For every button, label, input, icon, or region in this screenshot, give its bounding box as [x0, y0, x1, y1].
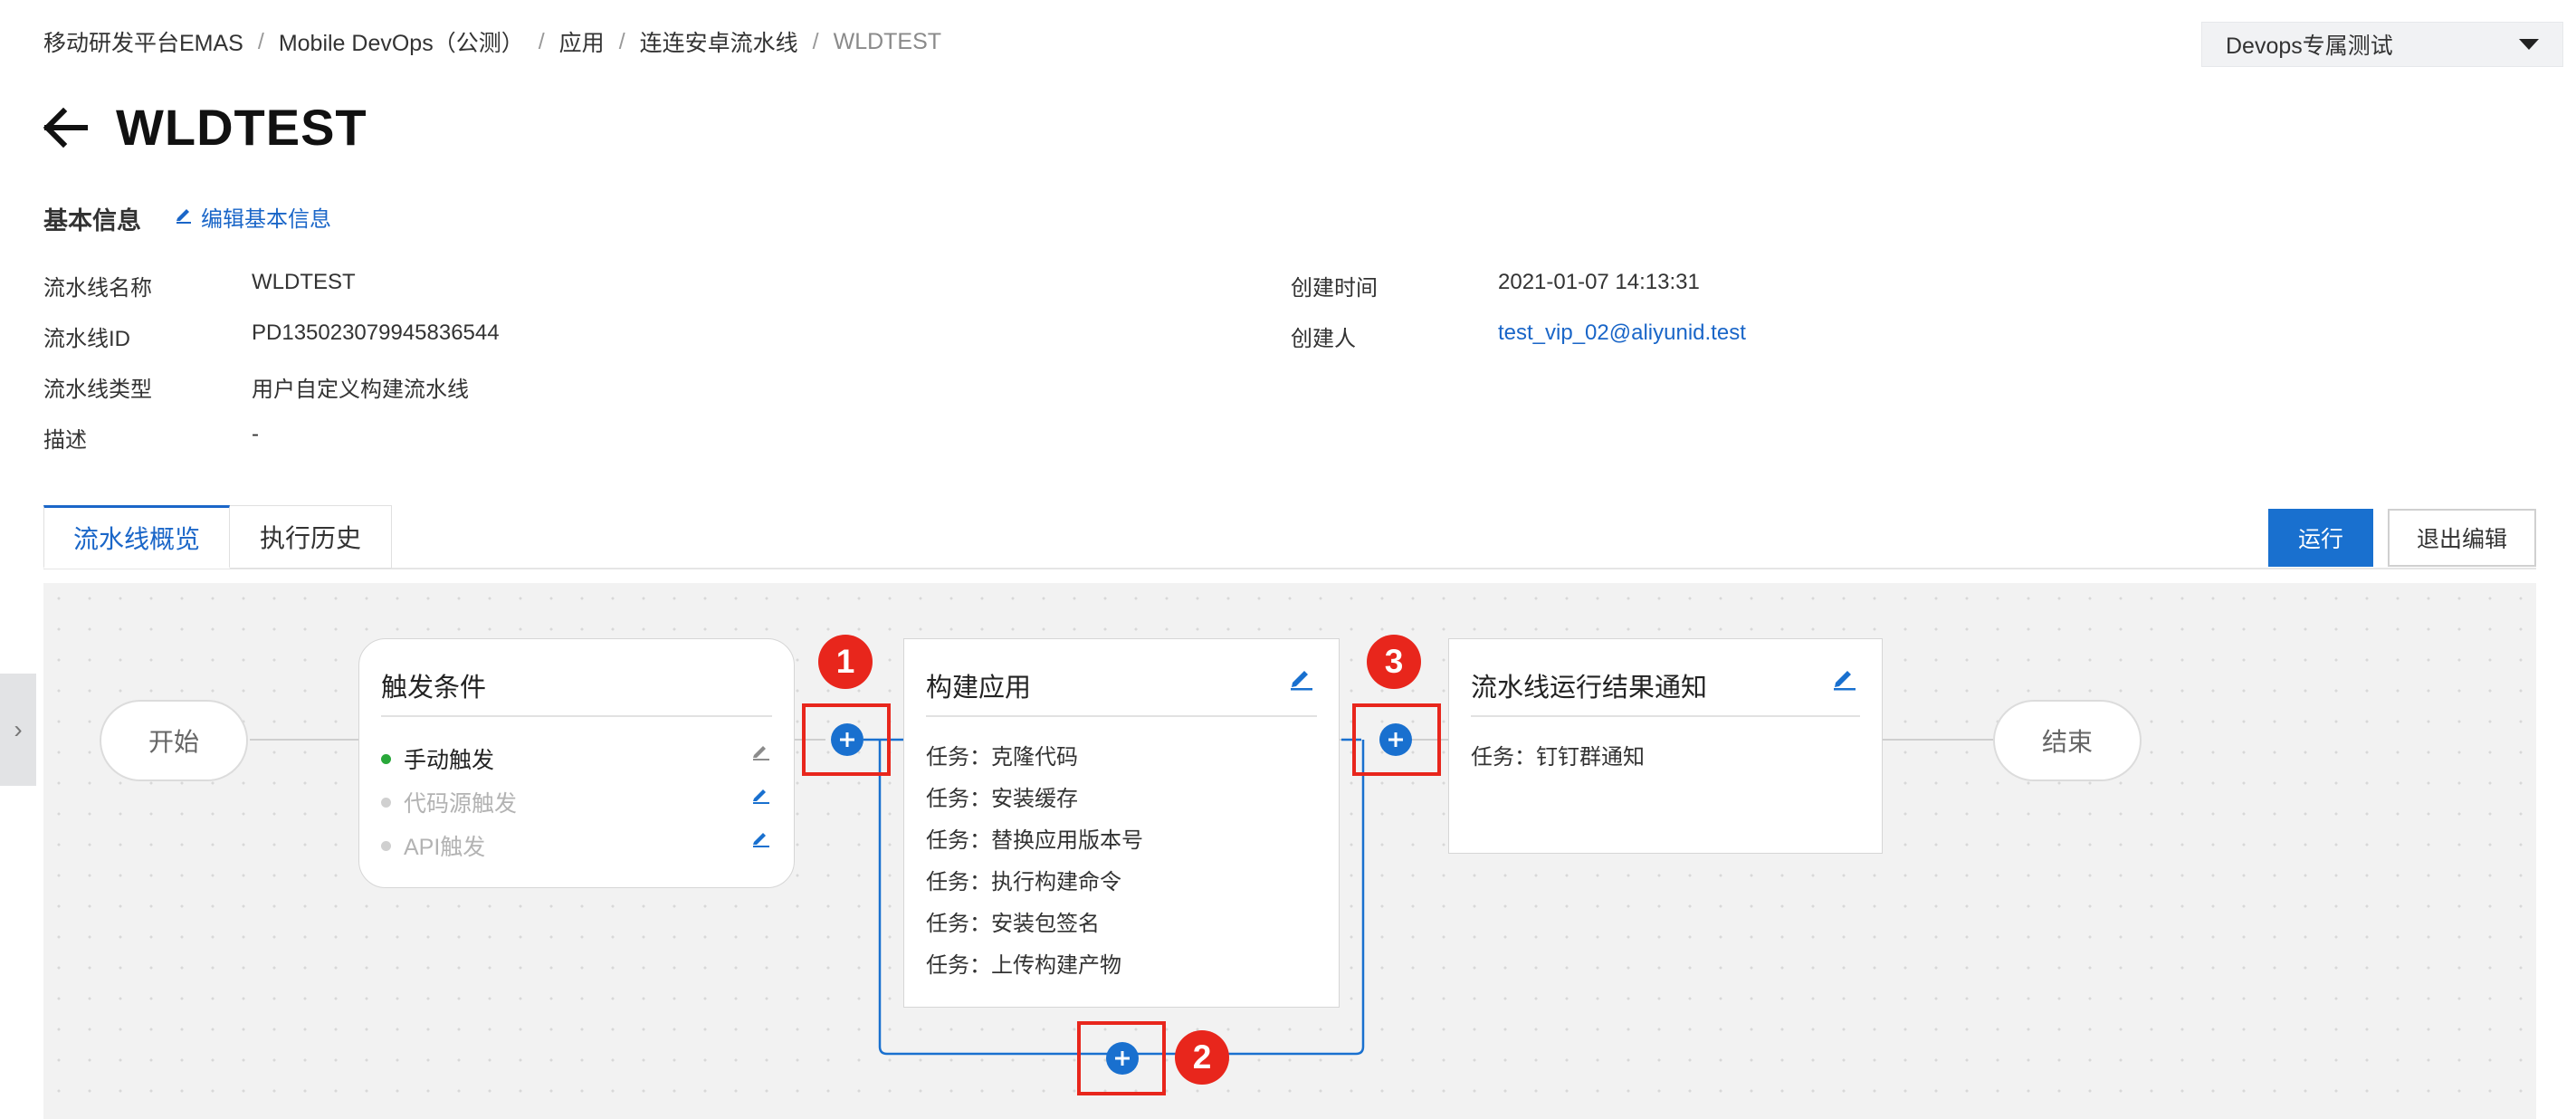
plus-icon [1388, 732, 1403, 747]
plus-icon [1115, 1051, 1130, 1066]
task-item: 任务：执行构建命令 [926, 870, 1121, 894]
task-item: 任务：上传构建产物 [926, 953, 1121, 978]
task-item: 任务：安装缓存 [926, 787, 1078, 811]
status-dot [381, 797, 391, 808]
build-stage-card[interactable]: 构建应用 任务：克隆代码 任务：安装缓存 任务：替换应用版本号 任务：执行构建命… [903, 638, 1340, 1008]
trigger-card-title: 触发条件 [381, 674, 487, 703]
status-dot [381, 840, 391, 851]
annotation-marker-1: 1 [818, 635, 873, 689]
edit-api-trigger-icon[interactable] [750, 827, 772, 854]
edit-build-stage-icon[interactable] [1288, 665, 1315, 696]
trigger-item-label: 手动触发 [404, 748, 495, 773]
status-dot [381, 753, 391, 764]
add-stage-before-build-button[interactable] [831, 723, 863, 756]
trigger-item-manual: 手动触发 [381, 742, 494, 775]
edit-manual-trigger-icon[interactable] [750, 741, 772, 767]
card-divider [926, 715, 1317, 717]
add-stage-after-build-button[interactable] [1379, 723, 1412, 756]
edit-code-source-trigger-icon[interactable] [750, 784, 772, 810]
plus-icon [840, 732, 854, 747]
task-item: 任务：钉钉群通知 [1471, 745, 1645, 770]
notify-stage-card[interactable]: 流水线运行结果通知 任务：钉钉群通知 [1448, 638, 1883, 854]
task-item: 任务：安装包签名 [926, 912, 1100, 936]
trigger-item-label: API触发 [404, 835, 486, 860]
card-divider [1471, 715, 1860, 717]
annotation-marker-2: 2 [1175, 1030, 1229, 1085]
trigger-item-code-source: 代码源触发 [381, 786, 517, 818]
notify-stage-title: 流水线运行结果通知 [1471, 674, 1708, 703]
task-item: 任务：克隆代码 [926, 745, 1078, 770]
build-stage-title: 构建应用 [926, 674, 1032, 703]
trigger-item-api: API触发 [381, 829, 485, 862]
trigger-card[interactable]: 触发条件 手动触发 代码源触发 API触发 [358, 638, 795, 888]
trigger-item-label: 代码源触发 [404, 791, 518, 817]
task-item: 任务：替换应用版本号 [926, 828, 1143, 853]
tab-pipeline-overview[interactable]: 流水线概览 [43, 505, 230, 569]
pipeline-end-node: 结束 [1993, 700, 2142, 781]
pipeline-start-node: 开始 [100, 700, 248, 781]
card-divider [381, 715, 772, 717]
edit-notify-stage-icon[interactable] [1831, 665, 1858, 696]
annotation-marker-3: 3 [1367, 635, 1421, 689]
add-parallel-stage-button[interactable] [1106, 1042, 1139, 1075]
